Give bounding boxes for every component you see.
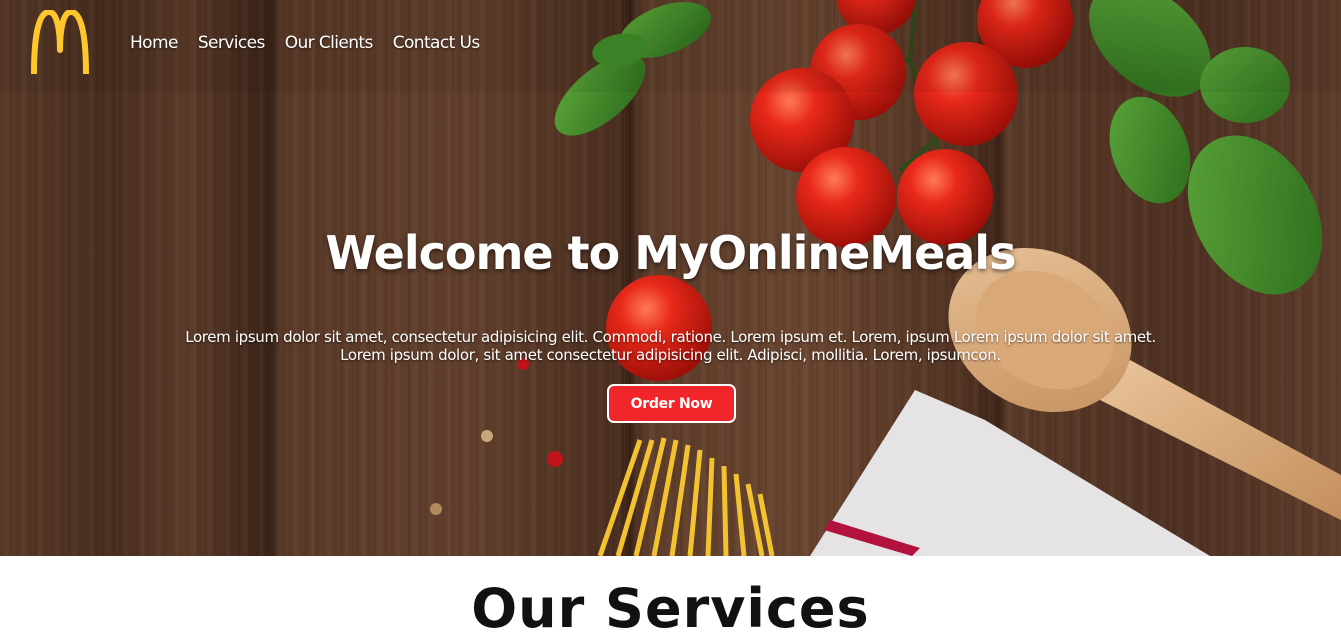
golden-arches-icon[interactable] <box>31 10 89 76</box>
hero-section: Home Services Our Clients Contact Us Wel… <box>0 0 1341 556</box>
nav-home-link[interactable]: Home <box>130 33 178 53</box>
spaghetti <box>597 437 775 556</box>
hero-description-line-1: Lorem ipsum dolor sit amet, consectetur … <box>185 328 1156 346</box>
hero-title: Welcome to MyOnlineMeals <box>325 226 1017 280</box>
peppercorns <box>430 358 563 515</box>
order-now-button[interactable]: Order Now <box>607 384 736 423</box>
top-navbar: Home Services Our Clients Contact Us <box>0 0 1341 92</box>
nav-clients-link[interactable]: Our Clients <box>285 33 374 53</box>
services-heading: Our Services <box>471 577 870 640</box>
hero-description-line-2: Lorem ipsum dolor, sit amet consectetur … <box>340 346 1001 364</box>
hero-description: Lorem ipsum dolor sit amet, consectetur … <box>120 328 1221 364</box>
nav-links: Home Services Our Clients Contact Us <box>130 33 500 53</box>
nav-contact-link[interactable]: Contact Us <box>393 33 480 53</box>
nav-services-link[interactable]: Services <box>198 33 265 53</box>
